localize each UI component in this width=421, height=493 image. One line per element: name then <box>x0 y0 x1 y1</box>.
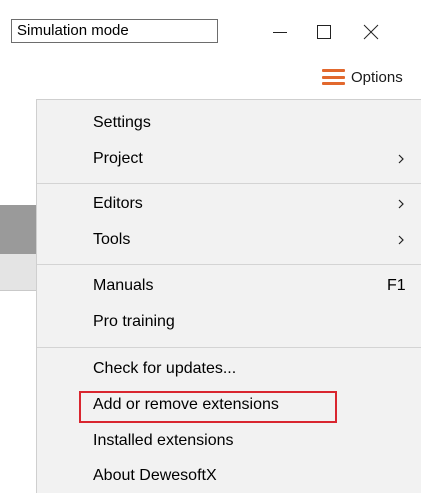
menu-item-label: Check for updates... <box>93 360 237 377</box>
chevron-right-icon <box>395 153 407 165</box>
menu-item-label: Settings <box>93 114 151 131</box>
background-panel <box>0 205 36 254</box>
menu-item-project[interactable]: Project <box>37 141 421 177</box>
menu-item-label: Add or remove extensions <box>93 396 279 413</box>
simulation-mode-indicator[interactable]: Simulation mode <box>11 19 218 43</box>
chevron-right-icon <box>395 198 407 210</box>
minimize-icon <box>273 32 287 33</box>
menu-item-label: Manuals <box>93 277 154 294</box>
menu-item-label: Installed extensions <box>93 432 234 449</box>
menu-item-manuals[interactable]: Manuals F1 <box>37 268 421 304</box>
options-label: Options <box>351 68 403 86</box>
options-menu: Settings Project Editors Tools Manuals F… <box>36 99 421 493</box>
menu-item-tools[interactable]: Tools <box>37 222 421 258</box>
menu-separator <box>37 347 421 348</box>
menu-item-add-remove-extensions[interactable]: Add or remove extensions <box>37 387 421 423</box>
menu-item-pro-training[interactable]: Pro training <box>37 304 421 340</box>
menu-item-label: Project <box>93 150 143 167</box>
hamburger-icon <box>322 69 345 85</box>
close-icon <box>363 24 379 40</box>
maximize-button[interactable] <box>302 12 346 52</box>
menu-item-about[interactable]: About DewesoftX <box>37 458 421 493</box>
maximize-icon <box>317 25 331 39</box>
menu-item-shortcut: F1 <box>387 277 406 294</box>
options-button[interactable]: Options <box>322 64 403 90</box>
close-button[interactable] <box>349 12 393 52</box>
menu-item-settings[interactable]: Settings <box>37 105 421 141</box>
minimize-button[interactable] <box>258 12 302 52</box>
menu-item-editors[interactable]: Editors <box>37 186 421 222</box>
title-bar: Simulation mode <box>0 0 421 60</box>
background-panel-lower <box>0 254 36 291</box>
menu-item-label: Tools <box>93 231 131 248</box>
menu-separator <box>37 264 421 265</box>
simulation-mode-label: Simulation mode <box>17 22 129 39</box>
menu-item-check-updates[interactable]: Check for updates... <box>37 351 421 387</box>
chevron-right-icon <box>395 234 407 246</box>
menu-item-label: About DewesoftX <box>93 467 217 484</box>
menu-item-label: Pro training <box>93 313 175 330</box>
menu-item-installed-extensions[interactable]: Installed extensions <box>37 423 421 459</box>
app-window: Simulation mode Options Settings Project… <box>0 0 421 493</box>
menu-item-label: Editors <box>93 195 143 212</box>
menu-separator <box>37 183 421 184</box>
